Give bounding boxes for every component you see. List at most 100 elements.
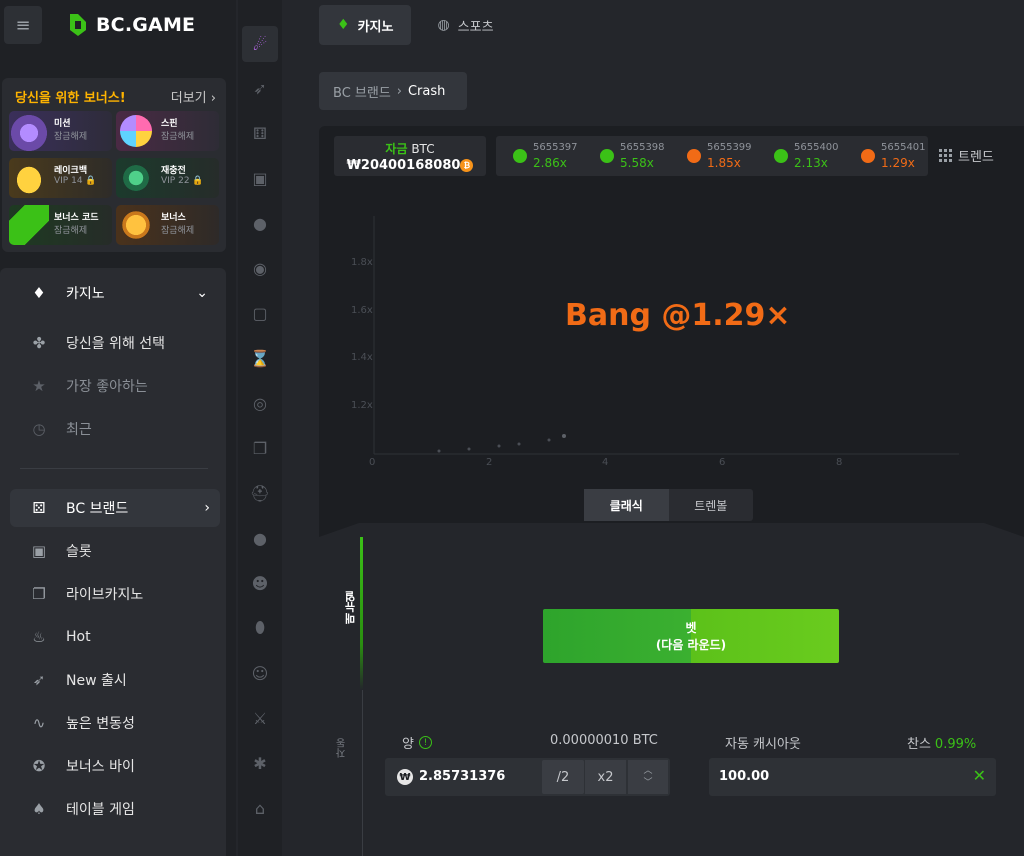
player-dot — [547, 438, 551, 442]
bonus-tile-bonus-code[interactable]: 보너스 코드 잠금해제 — [9, 205, 112, 245]
menu-icon[interactable]: ≡ — [4, 6, 42, 44]
crash-history: 5655397 2.86x 5655398 5.58x 5655399 1.85… — [496, 136, 928, 176]
monkey-icon[interactable]: ☺ — [242, 655, 278, 691]
star-icon: ★ — [32, 377, 46, 395]
mask-icon[interactable]: ☻ — [242, 565, 278, 601]
nav-favorites[interactable]: ★ 가장 좋아하는 — [0, 367, 226, 405]
nav-label: BC 브랜드 — [66, 501, 129, 517]
nav-bc-brand[interactable]: ⚄ BC 브랜드 › — [10, 489, 220, 527]
close-icon[interactable]: ✕ — [973, 766, 986, 785]
nav-high-volatility[interactable]: ∿ 높은 변동성 — [0, 704, 226, 742]
bonus-tile-bonus[interactable]: 보너스 잠금해제 — [116, 205, 219, 245]
breadcrumb-parent[interactable]: BC 브랜드 — [333, 82, 391, 101]
info-icon[interactable]: ! — [418, 736, 432, 749]
trend-button[interactable]: 트렌드 — [939, 146, 994, 165]
round-multiplier: 1.85x — [707, 156, 741, 170]
chevron-down-icon: ﹀ — [643, 778, 653, 788]
auto-cashout-value[interactable]: 100.00 — [719, 769, 769, 784]
hourglass-icon[interactable]: ⌛ — [242, 340, 278, 376]
bonus-tile-spin[interactable]: 스핀 잠금해제 — [116, 111, 219, 151]
chance-value: 0.99% — [934, 737, 977, 752]
tab-sports[interactable]: ◍ 스포츠 — [419, 5, 511, 45]
amount-label-row: 양 ! — [402, 733, 432, 752]
square-icon[interactable]: ▢ — [242, 295, 278, 331]
fruit-icon[interactable]: ● — [242, 520, 278, 556]
side-divider — [362, 690, 363, 856]
tab-casino[interactable]: ♦ 카지노 — [319, 5, 412, 45]
game-icon-rail: ☄ ➶ ⚅ ▣ ● ◉ ▢ ⌛ ◎ ❐ ⛑ ● ☻ ⬮ ☺ ⚔ ✱ ⌂ — [238, 0, 282, 856]
tab-manual[interactable]: 매뉴얼 — [343, 537, 363, 690]
round-id: 5655401 — [881, 142, 926, 153]
bonus-tile-recharge[interactable]: 재충전 VIP 22 🔒 — [116, 158, 219, 198]
player-dot — [562, 434, 566, 438]
nav-new-release[interactable]: ➶ New 출시 — [0, 661, 226, 699]
slot-icon[interactable]: ▣ — [242, 160, 278, 196]
rocket-icon[interactable]: ➶ — [242, 70, 278, 106]
top-tabs: ♦ 카지노 ◍ 스포츠 — [319, 5, 512, 45]
bc-logo-icon — [70, 14, 86, 36]
chevron-down-icon: ⌄ — [196, 285, 208, 301]
coin-icon — [116, 205, 156, 245]
mode-trenball[interactable]: 트렌볼 — [669, 489, 754, 521]
dice-icon[interactable]: ⚅ — [242, 115, 278, 151]
bonus-tile-sub: 잠금해제 — [161, 132, 195, 142]
bonus-tile-sub: 잠금해제 — [161, 226, 195, 236]
ring-icon[interactable]: ◎ — [242, 385, 278, 421]
clock-icon: ◷ — [32, 420, 46, 438]
cards-stack-icon[interactable]: ❐ — [242, 430, 278, 466]
helmet-icon[interactable]: ⛑ — [242, 475, 278, 511]
wheel-icon — [120, 115, 152, 147]
round-id: 5655398 — [620, 142, 665, 153]
pulse-icon: ∿ — [32, 714, 46, 732]
x-tick-label: 0 — [369, 457, 375, 468]
chance-label: 찬스 — [907, 737, 931, 752]
mode-classic[interactable]: 클래식 — [584, 489, 669, 521]
piggy-bank-icon — [9, 158, 49, 198]
bet-button-label: 벳 — [685, 621, 697, 635]
auto-cashout-label: 자동 캐시아웃 — [725, 737, 801, 752]
bomb-icon[interactable]: ● — [242, 205, 278, 241]
btc-coin-icon: ₿ — [460, 159, 474, 172]
player-dot — [467, 447, 471, 451]
amount-range-button[interactable]: ︿ ﹀ — [627, 760, 668, 794]
bonus-tile-rakeback[interactable]: 레이크백 VIP 14 🔒 — [9, 158, 112, 198]
y-tick-label: 1.2x — [351, 400, 373, 411]
bonus-title: 당신을 위한 보너스! — [15, 91, 126, 106]
trend-label: 트렌드 — [958, 150, 994, 165]
chips-icon[interactable]: ◉ — [242, 250, 278, 286]
nav-recent[interactable]: ◷ 최근 — [0, 410, 226, 448]
tab-auto[interactable]: 자동 — [335, 738, 351, 758]
nav-label: 높은 변동성 — [66, 716, 135, 732]
round-multiplier: 5.58x — [620, 156, 654, 170]
bonus-tile-mission[interactable]: 미션 잠금해제 — [9, 111, 112, 151]
grid-icon — [939, 149, 952, 162]
nav-for-you[interactable]: ✤ 당신을 위해 선택 — [0, 324, 226, 362]
round-multiplier: 2.13x — [794, 156, 828, 170]
nav-table-games[interactable]: ♠ 테이블 게임 — [0, 790, 226, 828]
nav-hot[interactable]: ♨ Hot — [0, 618, 226, 656]
comet-icon[interactable]: ☄ — [242, 26, 278, 62]
bonus-more-link[interactable]: 더보기 › — [171, 87, 216, 106]
amount-value[interactable]: 2.85731376 — [419, 769, 505, 784]
nav-live-casino[interactable]: ❐ 라이브카지노 — [0, 575, 226, 613]
nav-slots[interactable]: ▣ 슬롯 — [0, 532, 226, 570]
status-dot — [774, 149, 788, 163]
nav-casino[interactable]: ♦ 카지노 ⌄ — [0, 274, 226, 312]
nav-bonus-buy[interactable]: ✪ 보너스 바이 — [0, 747, 226, 785]
bonus-tile-title: 레이크백 — [54, 166, 88, 176]
chevron-right-icon: › — [204, 500, 210, 516]
sword-icon[interactable]: ⚔ — [242, 700, 278, 736]
logo[interactable]: BC.GAME — [66, 12, 195, 38]
tab-label: 매뉴얼 — [344, 591, 357, 624]
auto-cashout-field[interactable]: 100.00 ✕ — [709, 758, 996, 796]
egg-icon[interactable]: ⬮ — [242, 610, 278, 646]
y-tick-label: 1.4x — [351, 352, 373, 363]
balance-amount: ₩20400168080 — [346, 158, 461, 173]
amount-field[interactable]: ₩ 2.85731376 /2 x2 ︿ ﹀ — [385, 758, 670, 796]
crab-icon[interactable]: ✱ — [242, 745, 278, 781]
bonus-tile-sub: 잠금해제 — [54, 132, 88, 142]
half-button[interactable]: /2 — [542, 760, 584, 794]
hat-icon[interactable]: ⌂ — [242, 790, 278, 826]
double-button[interactable]: x2 — [584, 760, 626, 794]
bet-button[interactable]: 벳 (다음 라운드) — [543, 609, 839, 663]
